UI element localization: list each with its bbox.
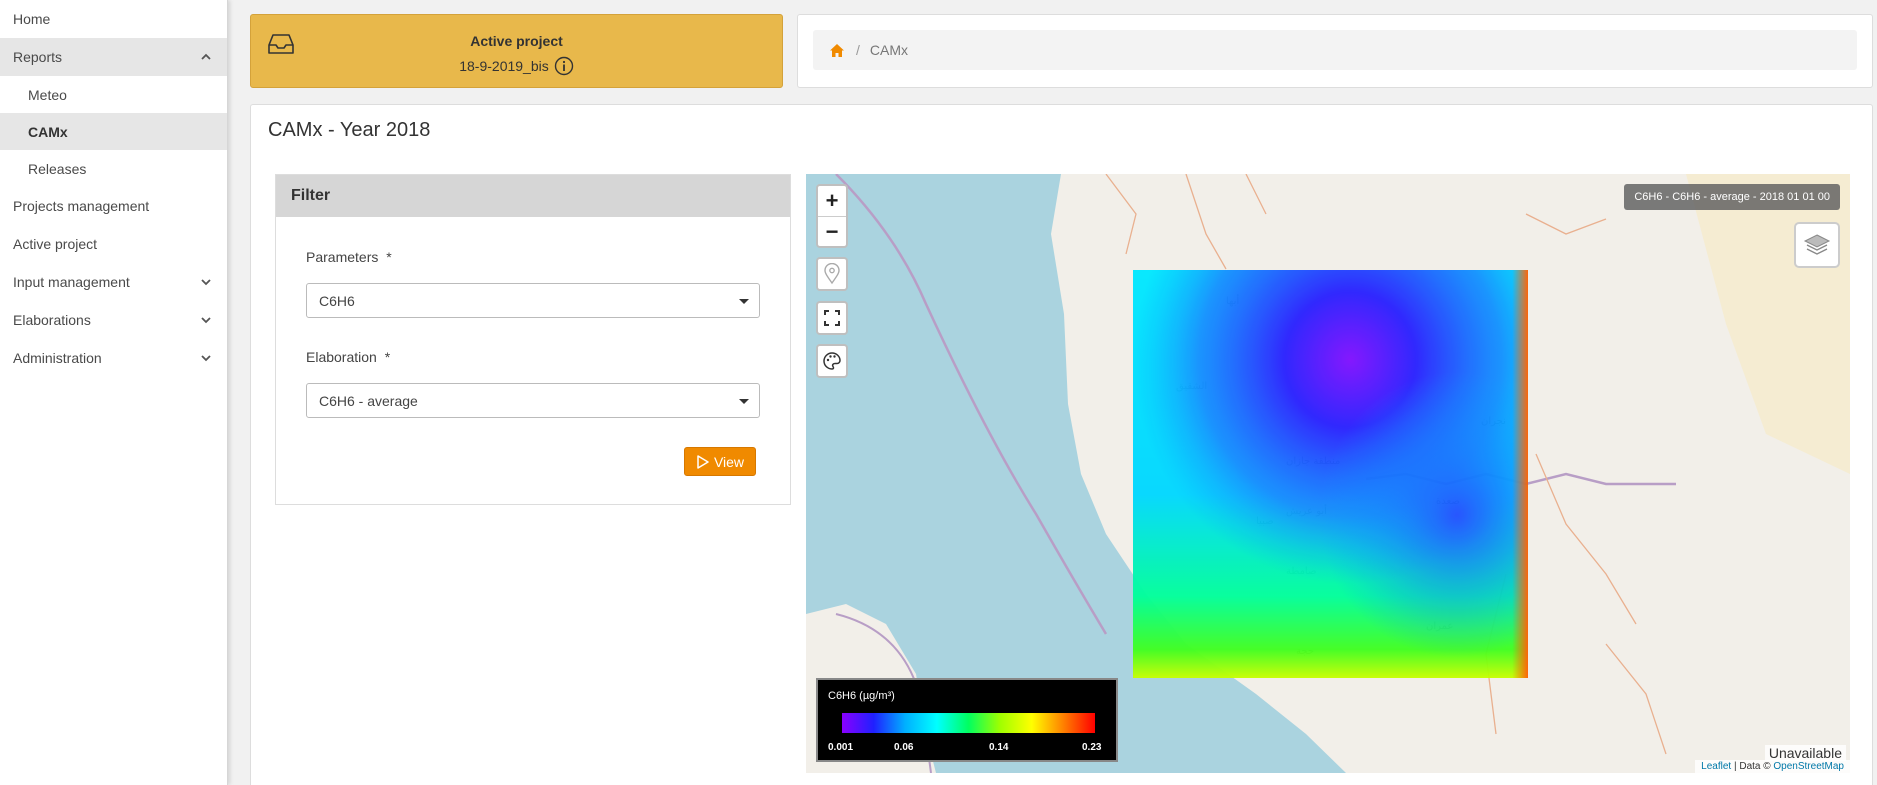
map-attribution: Leaflet | Data © OpenStreetMap — [1695, 760, 1850, 773]
breadcrumb-card: / CAMx — [797, 14, 1873, 88]
elaboration-select[interactable]: C6H6 - average — [306, 383, 760, 418]
sidebar-item-administration[interactable]: Administration — [0, 339, 227, 377]
sidebar-item-label: Active project — [13, 236, 98, 252]
sidebar-item-elaborations[interactable]: Elaborations — [0, 301, 227, 339]
elaboration-select-value: C6H6 - average — [319, 392, 418, 409]
elaboration-label-text: Elaboration — [306, 349, 377, 365]
time-label: C6H6 - C6H6 - average - 2018 01 01 00 — [1624, 184, 1840, 210]
sidebar-item-camx[interactable]: CAMx — [0, 113, 227, 150]
parameters-label: Parameters * — [306, 249, 392, 265]
sidebar-item-releases[interactable]: Releases — [0, 150, 227, 187]
zoom-out-button[interactable]: − — [818, 216, 846, 246]
caret-down-icon — [739, 299, 749, 304]
locate-button[interactable] — [816, 257, 848, 291]
info-icon[interactable] — [554, 56, 574, 76]
chevron-down-icon — [201, 317, 211, 324]
legend-tick: 0.14 — [989, 742, 1009, 753]
unavailable-label: Unavailable — [1764, 745, 1846, 761]
elaboration-label: Elaboration * — [306, 349, 390, 365]
sidebar-item-label: Reports — [13, 49, 63, 65]
sidebar-item-reports[interactable]: Reports — [0, 38, 227, 76]
legend-tick: 0.23 — [1082, 742, 1102, 753]
caret-down-icon — [739, 399, 749, 404]
palette-button[interactable] — [816, 344, 848, 378]
legend-title: C6H6 (µg/m³) — [828, 690, 895, 702]
leaflet-link[interactable]: Leaflet — [1701, 761, 1731, 772]
sidebar-item-label: Meteo — [28, 86, 67, 103]
sidebar-item-label: Home — [13, 11, 51, 27]
view-button-label: View — [713, 453, 745, 470]
parameters-select[interactable]: C6H6 — [306, 283, 760, 318]
play-icon — [697, 454, 709, 469]
layers-icon — [1803, 234, 1831, 255]
palette-icon — [823, 352, 841, 370]
active-project-card: Active project 18-9-2019_bis — [250, 14, 783, 88]
legend-color-bar — [842, 713, 1095, 733]
breadcrumb-separator: / — [856, 42, 860, 58]
chevron-up-icon — [201, 53, 211, 60]
zoom-in-button[interactable]: + — [818, 186, 846, 216]
main-panel: CAMx - Year 2018 Filter Parameters * C6H… — [250, 104, 1873, 785]
map-pin-icon — [824, 263, 840, 285]
sidebar: Home Reports Meteo CAMx Releases Project… — [0, 0, 228, 785]
sidebar-item-label: Projects management — [13, 198, 150, 214]
fullscreen-button[interactable] — [816, 301, 848, 335]
breadcrumb: / CAMx — [813, 30, 1857, 70]
legend-tick: 0.001 — [828, 742, 854, 753]
attribution-separator: | Data © — [1731, 761, 1774, 772]
parameters-select-value: C6H6 — [319, 292, 355, 309]
filter-panel: Filter Parameters * C6H6 Elaboration * C… — [275, 174, 791, 505]
fullscreen-icon — [824, 310, 840, 326]
map-view[interactable]: أبهانجرانصعدةعمرانحجةالشقيقمنطقة جازانأب… — [806, 174, 1850, 773]
zoom-control: + − — [816, 184, 848, 248]
sidebar-item-meteo[interactable]: Meteo — [0, 76, 227, 113]
page-title: CAMx - Year 2018 — [268, 119, 431, 141]
sidebar-item-home[interactable]: Home — [0, 0, 227, 38]
active-project-name: 18-9-2019_bis — [459, 58, 549, 74]
required-mark: * — [384, 349, 391, 365]
legend-tick: 0.06 — [894, 742, 914, 753]
sidebar-item-label: Administration — [13, 350, 102, 366]
c6h6-concentration-overlay — [1133, 270, 1528, 678]
sidebar-item-label: Input management — [13, 274, 130, 290]
required-mark: * — [386, 249, 392, 265]
sidebar-item-input-management[interactable]: Input management — [0, 263, 227, 301]
filter-heading: Filter — [276, 175, 790, 217]
sidebar-item-label: CAMx — [28, 123, 68, 140]
chevron-down-icon — [201, 279, 211, 286]
home-icon[interactable] — [830, 43, 844, 57]
active-project-name-row: 18-9-2019_bis — [251, 56, 782, 76]
sidebar-item-label: Releases — [28, 160, 87, 177]
layers-button[interactable] — [1794, 222, 1840, 268]
color-legend: C6H6 (µg/m³) 0.001 0.06 0.14 0.23 — [816, 678, 1118, 762]
sidebar-item-projects-management[interactable]: Projects management — [0, 187, 227, 225]
parameters-label-text: Parameters — [306, 249, 379, 265]
active-project-title: Active project — [470, 33, 563, 49]
openstreetmap-link[interactable]: OpenStreetMap — [1773, 761, 1844, 772]
view-button[interactable]: View — [684, 447, 756, 476]
sidebar-item-active-project[interactable]: Active project — [0, 225, 227, 263]
sidebar-item-label: Elaborations — [13, 312, 91, 328]
chevron-down-icon — [201, 355, 211, 362]
breadcrumb-current: CAMx — [869, 42, 909, 58]
